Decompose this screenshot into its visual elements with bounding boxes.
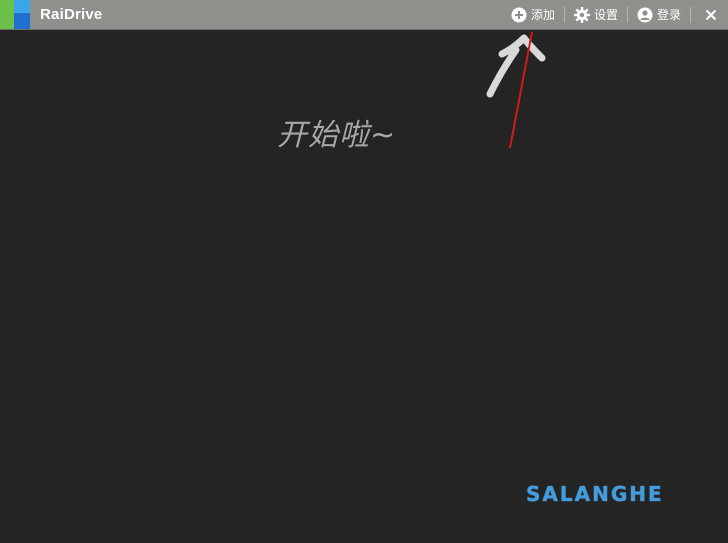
settings-label: 设置: [593, 8, 618, 22]
user-circle-icon: [637, 7, 653, 23]
overlay-caption: 开始啦~: [277, 118, 397, 153]
close-icon: [705, 9, 717, 21]
toolbar-divider: [690, 6, 691, 23]
add-label: 添加: [530, 8, 555, 22]
raidrive-window: RaiDrive 添加 设置 登录 开始啦~ SALANGHE: [0, 0, 728, 543]
add-button[interactable]: 添加: [511, 0, 555, 29]
toolbar-divider: [563, 6, 565, 23]
plus-circle-icon: [511, 7, 527, 23]
hand-drawn-arrow-icon: [486, 34, 546, 98]
raidrive-logo-icon: [0, 0, 30, 29]
login-button[interactable]: 登录: [637, 0, 681, 29]
watermark-logo: SALANGHE: [526, 482, 664, 506]
annotation-overlay: [486, 31, 546, 149]
toolbar-divider: [626, 6, 628, 23]
login-label: 登录: [656, 8, 681, 22]
close-button[interactable]: [700, 0, 722, 29]
toolbar: 添加 设置 登录: [511, 0, 728, 29]
app-title: RaiDrive: [40, 6, 103, 23]
title-bar[interactable]: RaiDrive 添加 设置 登录: [0, 0, 728, 30]
gear-icon: [573, 6, 590, 23]
settings-button[interactable]: 设置: [573, 0, 618, 29]
main-content-area: 开始啦~ SALANGHE: [0, 30, 728, 543]
